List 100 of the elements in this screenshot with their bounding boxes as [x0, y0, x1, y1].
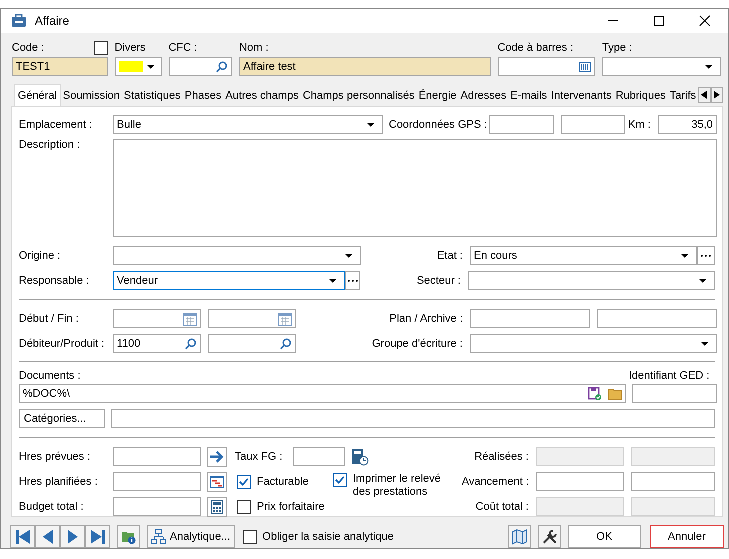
field-label: Hres prévues :: [19, 450, 92, 462]
tab[interactable]: Statistiques: [122, 86, 183, 106]
last-button[interactable]: [85, 525, 110, 548]
checkbox-label: Imprimer le relevé des prestations: [353, 473, 442, 499]
end-date-field[interactable]: [208, 309, 296, 328]
tab[interactable]: Phases: [182, 86, 224, 106]
map-icon: [512, 528, 528, 544]
color-dropdown[interactable]: [114, 57, 162, 76]
origin-dropdown[interactable]: [113, 246, 361, 265]
more-button[interactable]: [697, 246, 715, 265]
field-label: Début / Fin :: [19, 312, 80, 324]
checkbox-box[interactable]: [237, 500, 251, 514]
tab[interactable]: Soumission: [61, 86, 122, 106]
tab[interactable]: Rubriques: [614, 86, 668, 106]
scroll-left-button[interactable]: [698, 87, 711, 103]
location-dropdown[interactable]: Bulle: [113, 115, 383, 134]
map-button[interactable]: [508, 525, 531, 548]
checkbox-label: Facturable: [257, 476, 309, 488]
scheduled-hours-field[interactable]: [113, 472, 201, 491]
checkbox[interactable]: Facturable: [237, 474, 333, 488]
close-icon: [699, 15, 711, 27]
checkbox[interactable]: Prix forfaitaire: [237, 500, 325, 514]
calculator-icon: [211, 500, 223, 514]
checkbox-box[interactable]: [333, 473, 347, 487]
checkbox-box[interactable]: [242, 530, 257, 544]
previous-button[interactable]: [35, 525, 60, 548]
next-button[interactable]: [60, 525, 85, 548]
barcode-field[interactable]: [498, 57, 596, 76]
archive-field[interactable]: [597, 309, 717, 328]
manager-dropdown[interactable]: Vendeur: [113, 271, 345, 290]
field-label: Divers: [114, 42, 146, 54]
plan-field[interactable]: [470, 309, 590, 328]
type-dropdown[interactable]: [602, 57, 721, 76]
scroll-right-button[interactable]: [710, 87, 723, 103]
posting-group-dropdown[interactable]: [470, 334, 717, 353]
field-label: Origine :: [19, 250, 62, 262]
tab[interactable]: Champs personnalisés: [300, 86, 417, 106]
tools-button[interactable]: [538, 525, 561, 548]
field-label: Débiteur/Produit :: [19, 338, 106, 350]
caret-icon: [367, 122, 375, 126]
overhead-rate-field[interactable]: [293, 447, 345, 466]
debtor-field[interactable]: 1100: [113, 334, 201, 353]
search-field[interactable]: [168, 57, 232, 76]
caret-icon: [345, 254, 353, 258]
gantt-button[interactable]: [207, 472, 227, 492]
caret-icon: [701, 342, 709, 346]
caret-icon: [699, 278, 707, 282]
checkbox[interactable]: Obliger la saisie analytique: [242, 530, 394, 544]
field-label: Taux FG :: [235, 450, 284, 462]
analytics-button[interactable]: Analytique...: [147, 525, 235, 548]
start-date-field[interactable]: [113, 309, 201, 328]
progress-field[interactable]: [631, 472, 715, 491]
km-field[interactable]: 35,0: [658, 115, 717, 134]
categories-field[interactable]: [111, 409, 715, 428]
checkbox[interactable]: [94, 41, 108, 55]
more-button[interactable]: [345, 271, 360, 290]
field-label: Budget total :: [19, 500, 85, 512]
arrow-button[interactable]: [207, 446, 227, 466]
field-label: Documents :: [19, 370, 81, 382]
longitude-field[interactable]: [561, 115, 625, 134]
maximize-icon: [653, 15, 665, 27]
sector-dropdown[interactable]: [468, 271, 715, 290]
ok-button[interactable]: OK: [568, 525, 641, 548]
description-field[interactable]: [113, 139, 717, 237]
search-icon: [280, 338, 292, 350]
calculator-clock-icon[interactable]: [351, 448, 369, 466]
checkbox-box[interactable]: [237, 474, 251, 488]
calendar-icon: [183, 312, 197, 326]
first-button[interactable]: [10, 525, 35, 548]
info-button[interactable]: [117, 525, 140, 548]
tab[interactable]: Intervenants: [549, 86, 614, 106]
categories-button[interactable]: Catégories...: [19, 409, 105, 428]
field-label: Emplacement :: [19, 118, 94, 130]
ged-field[interactable]: [632, 384, 717, 403]
budget-field[interactable]: [113, 497, 201, 516]
field-label: Etat :: [436, 250, 464, 262]
documents-field[interactable]: %DOC%\: [19, 384, 626, 403]
barcode-icon: [579, 60, 592, 72]
field-label: Hres planifiées :: [19, 476, 99, 488]
triangle-left-icon: [701, 91, 708, 99]
tab[interactable]: Tarifs: [668, 86, 698, 106]
field-label: Code :: [12, 42, 44, 54]
name-field[interactable]: Affaire test: [239, 57, 491, 76]
tab[interactable]: Adresses: [458, 86, 509, 106]
tab[interactable]: Général: [14, 84, 62, 106]
cancel-button[interactable]: Annuler: [650, 525, 724, 548]
caret-icon: [705, 64, 713, 68]
progress-field[interactable]: [536, 472, 624, 491]
checkbox[interactable]: Imprimer le relevé des prestations: [333, 473, 447, 501]
tab[interactable]: E-mails: [508, 86, 550, 106]
calculator-button[interactable]: [207, 496, 227, 516]
planned-hours-field[interactable]: [113, 447, 201, 466]
checkbox-label: Obliger la saisie analytique: [262, 530, 394, 542]
tab[interactable]: Énergie: [416, 86, 459, 106]
arrow-right-icon: [209, 450, 225, 464]
latitude-field[interactable]: [489, 115, 554, 134]
product-field[interactable]: [208, 334, 296, 353]
status-dropdown[interactable]: En cours: [470, 246, 697, 265]
code-field[interactable]: TEST1: [12, 57, 108, 76]
tab[interactable]: Autres champs: [224, 86, 301, 106]
